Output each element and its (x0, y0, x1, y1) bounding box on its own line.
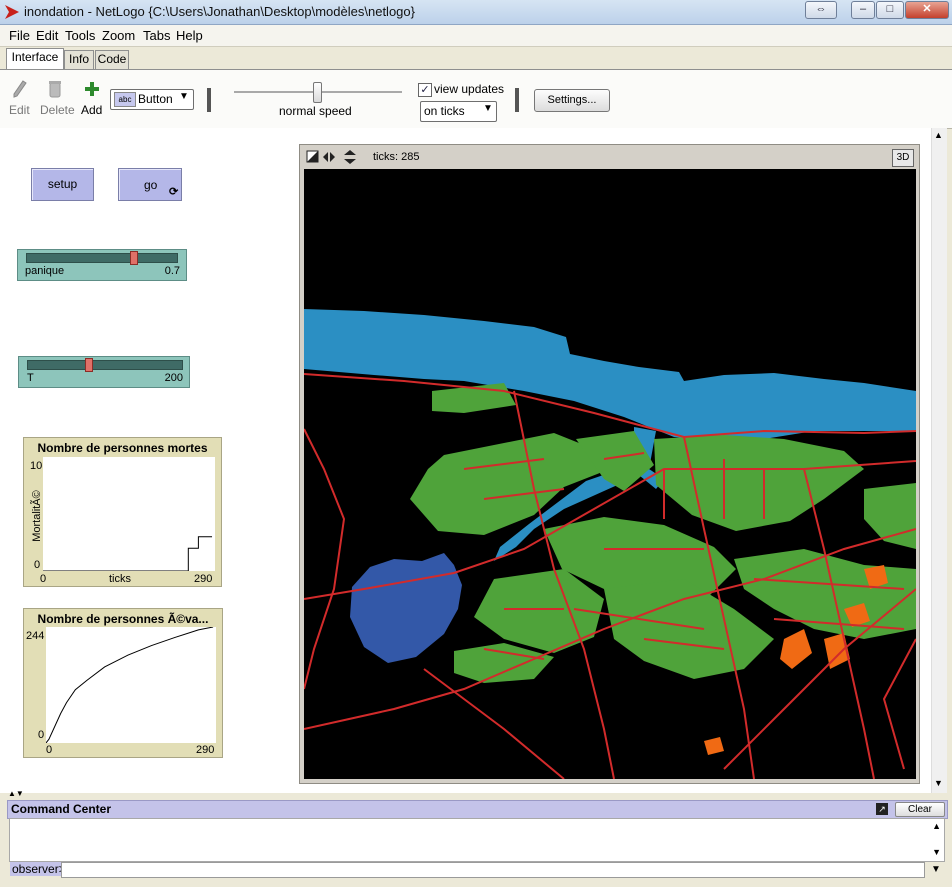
vertical-scrollbar[interactable]: ▲ ▼ (931, 128, 947, 793)
command-center-title: Command Center (11, 802, 112, 816)
plot-line-chart (45, 626, 214, 744)
plot-evacuated[interactable]: Nombre de personnes Ã©va... 244 0 0 290 (23, 608, 223, 758)
plot-ymax: 10 (30, 460, 43, 472)
netlogo-logo-icon (5, 5, 19, 19)
add-plus-icon (85, 82, 99, 96)
tab-interface[interactable]: Interface (6, 48, 64, 70)
plot-title: Nombre de personnes mortes (37, 441, 208, 455)
panique-slider[interactable]: panique 0.7 (17, 249, 187, 281)
toolbar: Edit Delete Add abc Button ▼ normal spee… (0, 69, 952, 129)
scroll-up-icon[interactable]: ▲ (934, 130, 943, 140)
view-3d-button[interactable]: 3D (892, 149, 914, 167)
toolbar-separator (515, 88, 519, 112)
slider-track[interactable] (27, 360, 183, 370)
scroll-down-icon[interactable]: ▼ (934, 778, 943, 788)
plot-xmin: 0 (46, 744, 53, 756)
plot-ylabel: MortalitÃ© (31, 490, 43, 542)
menu-bar: File Edit Tools Zoom Tabs Help (0, 25, 952, 47)
plot-ymax: 244 (26, 630, 45, 642)
slider-knob[interactable] (130, 251, 138, 265)
update-mode-select[interactable]: on ticks ▼ (420, 101, 497, 122)
command-output[interactable]: ▲ ▼ (9, 818, 945, 862)
toolbar-separator (207, 88, 211, 112)
go-button-label: go (144, 178, 158, 192)
title-bar: inondation - NetLogo {C:\Users\Jonathan\… (0, 0, 952, 25)
plot-xmin: 0 (40, 573, 47, 585)
button-widget-icon: abc (114, 92, 136, 107)
setup-button[interactable]: setup (31, 168, 94, 201)
expand-icon[interactable]: ↗ (876, 803, 888, 815)
slider-name: T (27, 372, 34, 384)
menu-tabs[interactable]: Tabs (143, 28, 170, 43)
menu-tools[interactable]: Tools (65, 28, 95, 43)
menu-edit[interactable]: Edit (36, 28, 58, 43)
close-button[interactable]: ✕ (905, 1, 949, 19)
river (304, 309, 916, 441)
edit-button[interactable]: Edit (9, 103, 30, 117)
command-input[interactable] (61, 862, 925, 878)
widget-type-value: Button (138, 92, 173, 106)
plot-ymin: 0 (34, 559, 41, 571)
plot-xmax: 290 (194, 573, 213, 585)
trash-icon (49, 81, 61, 98)
lake (350, 553, 462, 663)
slider-value: 200 (164, 372, 183, 384)
menu-help[interactable]: Help (176, 28, 203, 43)
t-slider[interactable]: T 200 (18, 356, 190, 388)
flood-map (303, 309, 917, 780)
tab-code[interactable]: Code (95, 50, 129, 69)
add-button[interactable]: Add (81, 103, 102, 117)
history-dropdown-icon[interactable]: ▼ (931, 864, 941, 875)
forever-loop-icon: ⟳ (169, 186, 179, 198)
maximize-button[interactable]: □ (876, 1, 904, 19)
slider-value: 0.7 (164, 265, 180, 277)
plot-line-chart (43, 536, 213, 572)
collapse-arrows-icon[interactable]: ▲▼ (8, 789, 24, 798)
view-updates-checkbox[interactable]: ✓ (418, 83, 432, 97)
update-mode-value: on ticks (424, 104, 465, 118)
go-button[interactable]: go ⟳ (118, 168, 182, 201)
minimize-button[interactable]: – (851, 1, 875, 19)
pencil-icon (13, 80, 27, 98)
panel-splitter[interactable]: ▲▼ (0, 789, 952, 799)
settings-button[interactable]: Settings... (534, 89, 610, 112)
speed-label: normal speed (279, 104, 352, 118)
plot-canvas (43, 457, 215, 572)
plot-title: Nombre de personnes Ã©va... (37, 612, 209, 626)
chevron-down-icon: ▼ (179, 91, 189, 102)
window-title: inondation - NetLogo {C:\Users\Jonathan\… (24, 4, 415, 19)
menu-file[interactable]: File (9, 28, 30, 43)
plot-xlabel: ticks (109, 573, 131, 585)
plot-ymin: 0 (38, 729, 45, 741)
plot-series-line (45, 626, 214, 744)
plot-deaths[interactable]: Nombre de personnes mortes 10 0 Mortalit… (23, 437, 222, 587)
scroll-down-icon[interactable]: ▼ (932, 847, 941, 857)
plot-xmax: 290 (196, 744, 215, 756)
tab-bar: Interface Info Code (0, 47, 952, 70)
plot-series-line (43, 536, 213, 572)
slider-track[interactable] (26, 253, 178, 263)
menu-zoom[interactable]: Zoom (102, 28, 135, 43)
widget-type-select[interactable]: abc Button ▼ (110, 89, 194, 110)
tab-info[interactable]: Info (64, 50, 94, 69)
restore-size-button[interactable]: ⇔ (805, 1, 837, 19)
ticks-counter: ticks: 285 (373, 151, 420, 163)
delete-button[interactable]: Delete (40, 103, 75, 117)
scroll-up-icon[interactable]: ▲ (932, 821, 941, 831)
slider-name: panique (25, 265, 65, 277)
chevron-down-icon: ▼ (483, 103, 493, 114)
world-canvas[interactable] (303, 169, 917, 780)
view-edge-controls-icon[interactable] (306, 150, 362, 164)
agent-selector[interactable]: observer> (10, 862, 68, 876)
speed-slider-thumb[interactable] (313, 82, 322, 103)
plot-canvas (45, 626, 216, 744)
view-updates-label: view updates (434, 82, 505, 96)
clear-button[interactable]: Clear (895, 802, 945, 817)
command-center-header: Command Center ↗ Clear (7, 800, 948, 819)
slider-knob[interactable] (85, 358, 93, 372)
